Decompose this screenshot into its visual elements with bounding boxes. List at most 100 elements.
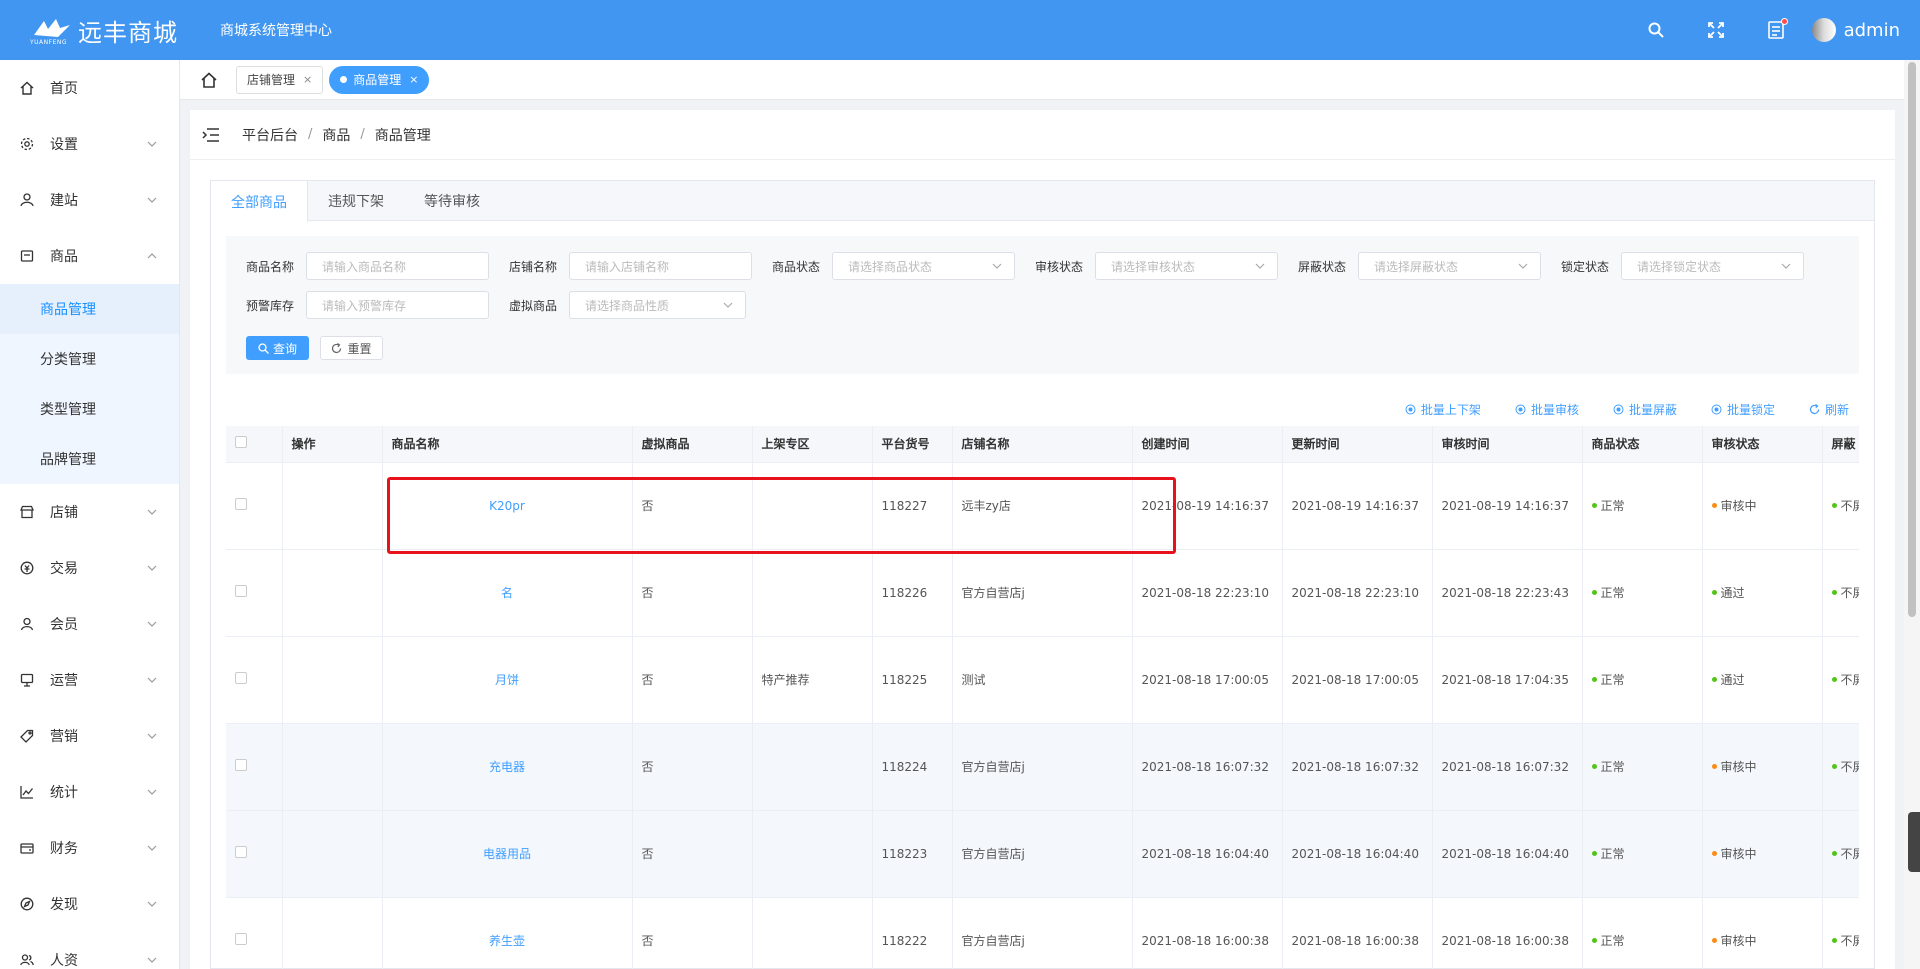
- goods-name-link[interactable]: 月饼: [382, 636, 633, 724]
- sidebar-item-finance[interactable]: 财务: [0, 820, 179, 876]
- row-checkbox[interactable]: [235, 672, 247, 684]
- search-icon[interactable]: [1646, 20, 1666, 40]
- message-icon[interactable]: [1766, 18, 1788, 40]
- audit-status-select[interactable]: 请选择审核状态: [1095, 252, 1278, 280]
- row-checkbox[interactable]: [235, 759, 247, 771]
- close-icon[interactable]: ×: [409, 73, 418, 86]
- goods-name-link[interactable]: 电器用品: [382, 810, 633, 898]
- query-button[interactable]: 查询: [246, 336, 309, 360]
- batch-audit-button[interactable]: 批量审核: [1515, 401, 1579, 418]
- scrollbar-thumb[interactable]: [1908, 62, 1916, 617]
- tab-violation-offshelf[interactable]: 违规下架: [308, 181, 404, 221]
- goods-status-select[interactable]: 请选择商品状态: [832, 252, 1015, 280]
- goods-name-link[interactable]: K20pr: [382, 462, 633, 550]
- row-checkbox[interactable]: [235, 585, 247, 597]
- table-row[interactable]: 养生壶否 118222 官方自营店j 2021-08-18 16:00:38 2021-…: [226, 897, 1859, 969]
- table-row[interactable]: 电器用品否 118223 官方自营店j 2021-08-18 16:04:40 2021…: [226, 810, 1859, 898]
- home-icon[interactable]: [200, 71, 218, 89]
- sidebar-subitem-brand-manage[interactable]: 品牌管理: [0, 434, 179, 484]
- sidebar-item-hr[interactable]: 人资: [0, 932, 179, 969]
- warning-stock-input[interactable]: 请输入预警库存: [306, 291, 489, 319]
- status-badge: 审核中: [1711, 932, 1757, 949]
- shield-status-select[interactable]: 请选择屏蔽状态: [1358, 252, 1541, 280]
- sidebar-subitem-goods-manage[interactable]: 商品管理: [0, 284, 179, 334]
- sidebar-item-member[interactable]: 会员: [0, 596, 179, 652]
- sidebar-item-operate[interactable]: 运营: [0, 652, 179, 708]
- chevron-down-icon: [147, 845, 157, 851]
- chevron-down-icon: [147, 197, 157, 203]
- tab-all-goods[interactable]: 全部商品: [211, 181, 308, 222]
- tab-goods-manage[interactable]: 商品管理 ×: [329, 65, 430, 94]
- breadcrumb-item[interactable]: 商品: [322, 125, 350, 145]
- column-header: 店铺名称: [952, 426, 1133, 463]
- breadcrumb-item[interactable]: 平台后台: [242, 125, 298, 145]
- sidebar-subitem-category-manage[interactable]: 分类管理: [0, 334, 179, 384]
- created-time-cell: 2021-08-18 16:00:38: [1132, 897, 1283, 969]
- batch-shield-button[interactable]: 批量屏蔽: [1613, 401, 1677, 418]
- status-dot: [1831, 851, 1837, 856]
- goods-status-cell: 正常: [1582, 897, 1703, 969]
- status-badge: 不屏: [1831, 758, 1859, 775]
- virtual-goods-select[interactable]: 请选择商品性质: [569, 291, 746, 319]
- store-name-input[interactable]: 请输入店铺名称: [569, 252, 752, 280]
- username[interactable]: admin: [1844, 20, 1900, 41]
- table-row[interactable]: K20pr 否 118227 远丰zy店 2021-08-19 14:16:37 2021…: [226, 462, 1859, 550]
- row-checkbox[interactable]: [235, 846, 247, 858]
- sidebar-item-settings[interactable]: 设置: [0, 116, 179, 172]
- chevron-down-icon: [723, 302, 733, 308]
- fullscreen-icon[interactable]: [1706, 20, 1726, 40]
- row-checkbox[interactable]: [235, 933, 247, 945]
- sidebar-item-marketing[interactable]: 营销: [0, 708, 179, 764]
- status-dot: [1591, 851, 1597, 856]
- sidebar-item-store[interactable]: 店铺: [0, 484, 179, 540]
- menu-collapse-icon[interactable]: [202, 127, 220, 143]
- side-widget[interactable]: [1908, 812, 1920, 872]
- sidebar-subitem-type-manage[interactable]: 类型管理: [0, 384, 179, 434]
- shield-status-cell: 不屏: [1822, 897, 1859, 969]
- sidebar-item-home[interactable]: 首页: [0, 60, 179, 116]
- table-row[interactable]: 月饼否特产推荐 118225 测试 2021-08-18 17:00:05 2021-0…: [226, 636, 1859, 724]
- filter-row-1: 商品名称 请输入商品名称 店铺名称 请输入店铺名称 商品状态 请选择商品状态 审…: [246, 252, 1824, 280]
- sidebar-item-goods[interactable]: 商品: [0, 228, 179, 284]
- batch-lock-button[interactable]: 批量锁定: [1711, 401, 1775, 418]
- status-text: 正常: [1600, 760, 1625, 774]
- audit-status-cell: 通过: [1702, 549, 1823, 637]
- virtual-goods-cell: 否: [632, 810, 753, 898]
- batch-onoff-shelf-button[interactable]: 批量上下架: [1405, 401, 1481, 418]
- table-row[interactable]: 充电器否 118224 官方自营店j 2021-08-18 16:07:32 2021-…: [226, 723, 1859, 811]
- refresh-icon: [332, 342, 342, 353]
- column-header: 更新时间: [1282, 426, 1433, 463]
- sidebar-item-label: 商品: [50, 249, 78, 265]
- sidebar-item-stats[interactable]: 统计: [0, 764, 179, 820]
- tab-store-manage[interactable]: 店铺管理 ×: [236, 65, 324, 94]
- table-row[interactable]: 名否 118226 官方自营店j 2021-08-18 22:23:10 2021-08…: [226, 549, 1859, 637]
- lock-status-select[interactable]: 请选择锁定状态: [1621, 252, 1804, 280]
- sidebar-item-trade[interactable]: 交易: [0, 540, 179, 596]
- reset-button[interactable]: 重置: [320, 336, 383, 360]
- row-checkbox[interactable]: [235, 498, 247, 510]
- goods-icon: [20, 249, 34, 263]
- audit-status-cell: 审核中: [1702, 810, 1823, 898]
- tab-pending-review[interactable]: 等待审核: [404, 181, 500, 221]
- select-placeholder: 请选择屏蔽状态: [1374, 259, 1459, 274]
- store-name-cell: 官方自营店j: [952, 810, 1133, 898]
- goods-table-wrapper[interactable]: 操作 商品名称 虚拟商品 上架专区 平台货号 店铺名称 创建时间 更新时间 审核…: [226, 426, 1859, 969]
- refresh-button[interactable]: 刷新: [1809, 401, 1849, 418]
- goods-name-link[interactable]: 充电器: [382, 723, 633, 811]
- row-actions-cell: [282, 723, 383, 811]
- goods-name-link[interactable]: 养生壶: [382, 897, 633, 969]
- sidebar-item-discover[interactable]: 发现: [0, 876, 179, 932]
- goods-name-link[interactable]: 名: [382, 549, 633, 637]
- logo[interactable]: YUANFENG 远丰商城: [30, 13, 190, 48]
- sidebar-item-site[interactable]: 建站: [0, 172, 179, 228]
- sidebar-item-label: 营销: [50, 729, 78, 745]
- select-all-checkbox[interactable]: [235, 436, 247, 449]
- status-text: 不屏: [1840, 934, 1860, 948]
- goods-status-cell: 正常: [1582, 810, 1703, 898]
- close-icon[interactable]: ×: [303, 73, 312, 86]
- top-header: YUANFENG 远丰商城 商城系统管理中心 admin: [0, 0, 1920, 60]
- platform-sku-cell: 118222: [872, 897, 953, 969]
- avatar[interactable]: [1811, 18, 1836, 42]
- goods-name-input[interactable]: 请输入商品名称: [306, 252, 489, 280]
- status-badge: 审核中: [1711, 497, 1757, 514]
